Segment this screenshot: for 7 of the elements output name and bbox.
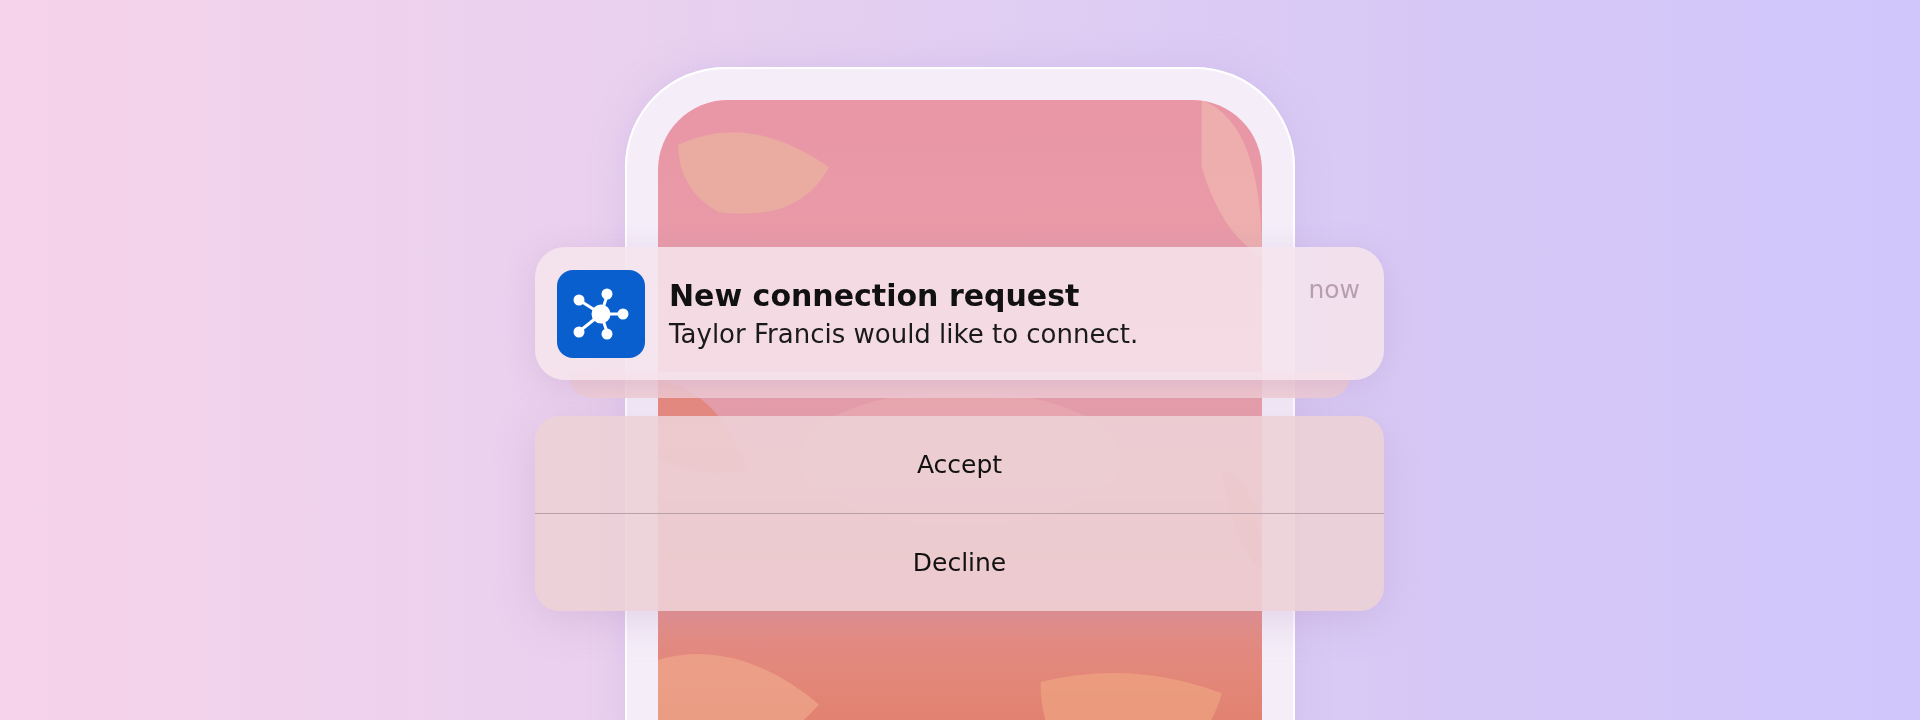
action-button[interactable]: Decline — [535, 514, 1384, 611]
network-icon — [557, 269, 645, 358]
notification-title: New connection request — [669, 278, 1081, 313]
action-button[interactable]: Accept — [535, 416, 1384, 513]
notification-card[interactable]: New connection request Taylor Francis would like to connect. now — [535, 247, 1384, 380]
timestamp: now — [1308, 275, 1360, 304]
notification-message: Taylor Francis would like to connect. — [669, 319, 1140, 349]
